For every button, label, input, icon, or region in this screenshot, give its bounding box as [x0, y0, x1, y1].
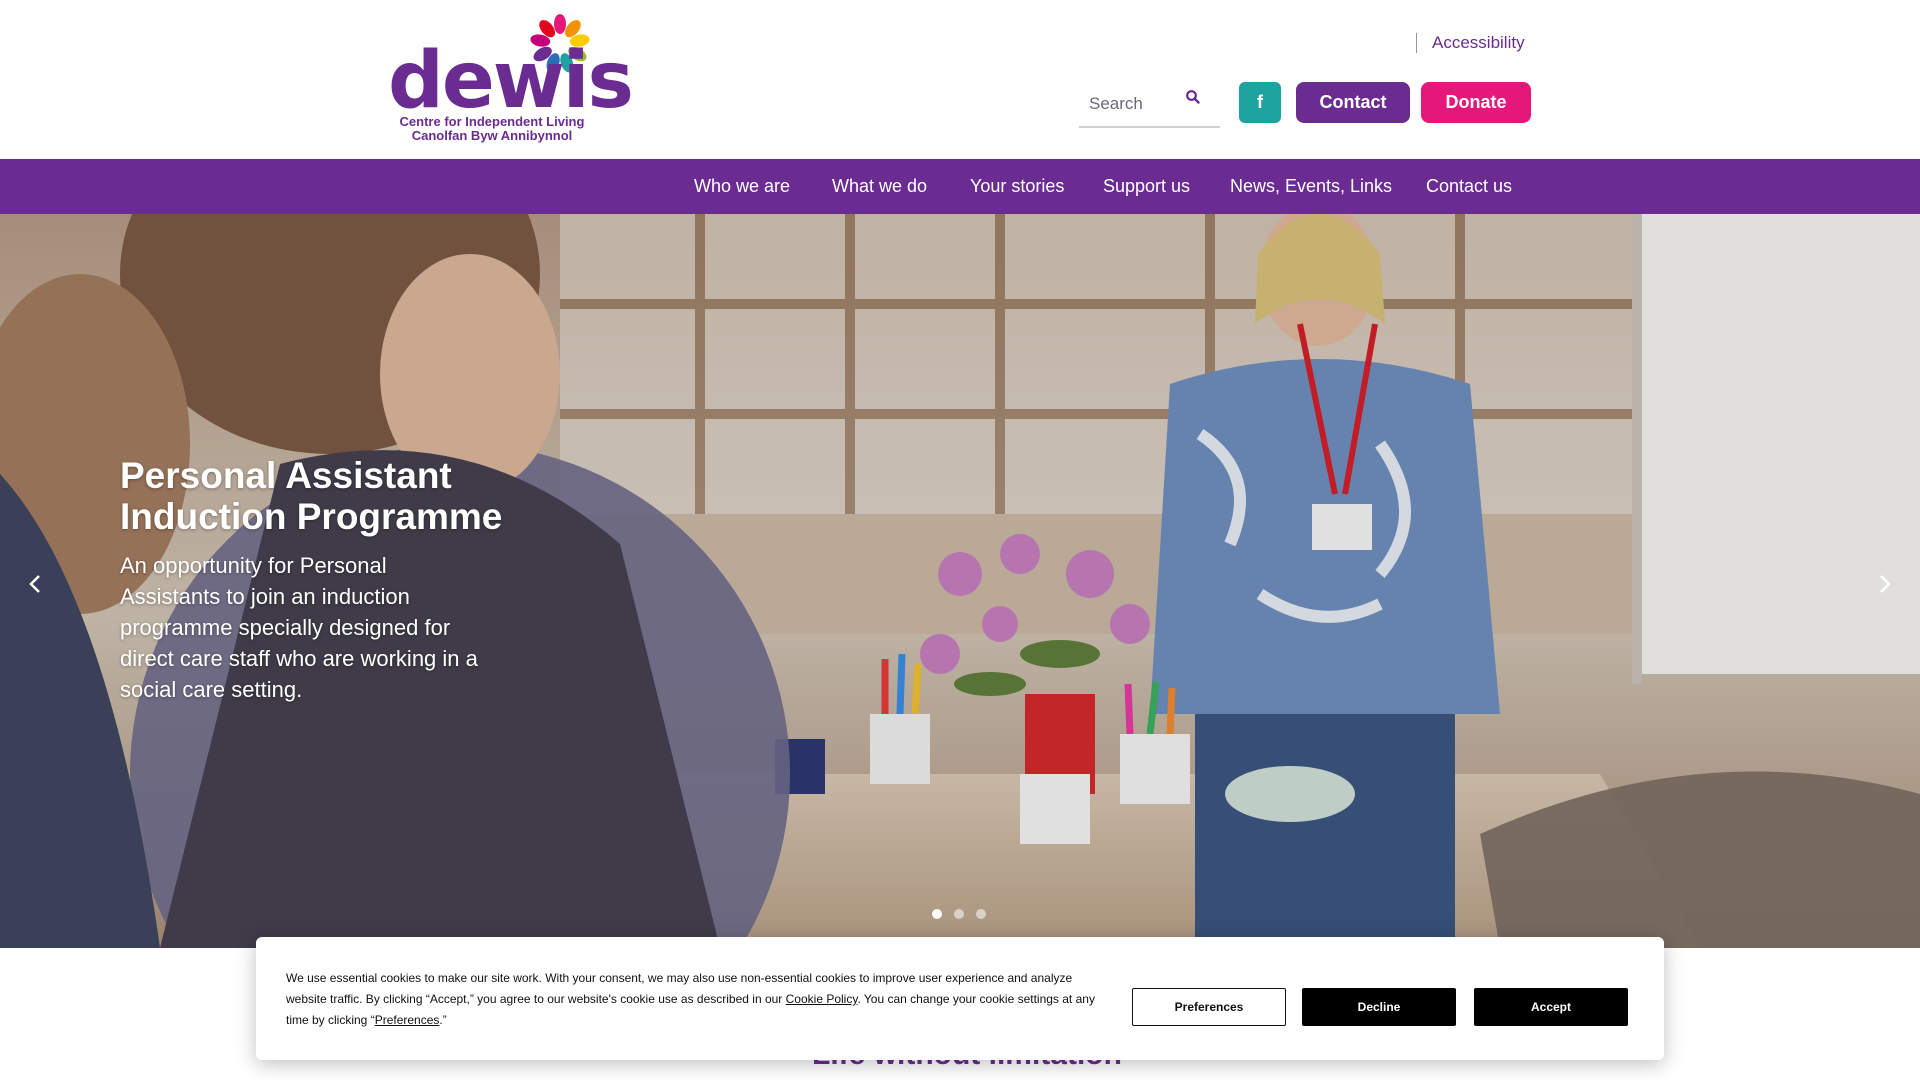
accessibility-link[interactable]: Accessibility	[1432, 33, 1525, 53]
cookie-decline-button[interactable]: Decline	[1302, 988, 1456, 1026]
nav-item-what-we-do[interactable]: What we do	[832, 176, 927, 197]
dewis-logo[interactable]: dewis Centre for Independent Living Cano…	[388, 10, 634, 145]
nav-item-news-events-links[interactable]: News, Events, Links	[1230, 176, 1392, 197]
logo-subtitle-welsh: Canolfan Byw Annibynnol	[411, 128, 573, 143]
chevron-left-icon	[29, 575, 40, 593]
slider-dot-2[interactable]	[954, 909, 964, 919]
search-icon[interactable]	[1185, 89, 1201, 105]
slider-dot-3[interactable]	[976, 909, 986, 919]
cookie-text-end: .”	[439, 1013, 447, 1027]
contact-button[interactable]: Contact	[1296, 82, 1410, 123]
slider-next-button[interactable]	[1870, 564, 1900, 604]
nav-item-who-we-are[interactable]: Who we are	[694, 176, 790, 197]
divider	[1416, 33, 1417, 53]
site-header: dewis Centre for Independent Living Cano…	[0, 0, 1920, 159]
cookie-banner: We use essential cookies to make our sit…	[256, 937, 1664, 1060]
nav-item-your-stories[interactable]: Your stories	[970, 176, 1064, 197]
cookie-preferences-button[interactable]: Preferences	[1132, 988, 1286, 1026]
slider-dot-1[interactable]	[932, 909, 942, 919]
cookie-preferences-link[interactable]: Preferences	[375, 1013, 440, 1027]
facebook-icon: f	[1257, 92, 1263, 112]
cookie-message: We use essential cookies to make our sit…	[286, 968, 1096, 1031]
donate-button[interactable]: Donate	[1421, 82, 1531, 123]
cookie-policy-link[interactable]: Cookie Policy	[786, 992, 858, 1006]
hero-slider: Personal Assistant Induction Programme A…	[0, 214, 1920, 948]
hero-title: Personal Assistant Induction Programme	[120, 455, 503, 537]
hero-description: An opportunity for Personal Assistants t…	[120, 553, 478, 702]
nav-item-contact-us[interactable]: Contact us	[1426, 176, 1512, 197]
chevron-right-icon	[1880, 575, 1891, 593]
search-input[interactable]	[1079, 82, 1189, 126]
facebook-button[interactable]: f	[1239, 82, 1281, 123]
slider-prev-button[interactable]	[20, 564, 50, 604]
nav-item-support-us[interactable]: Support us	[1103, 176, 1190, 197]
logo-wordmark: dewis	[388, 36, 634, 126]
main-nav: Who we are What we do Your stories Suppo…	[0, 159, 1920, 214]
cookie-accept-button[interactable]: Accept	[1474, 988, 1628, 1026]
slider-pagination	[932, 909, 986, 919]
